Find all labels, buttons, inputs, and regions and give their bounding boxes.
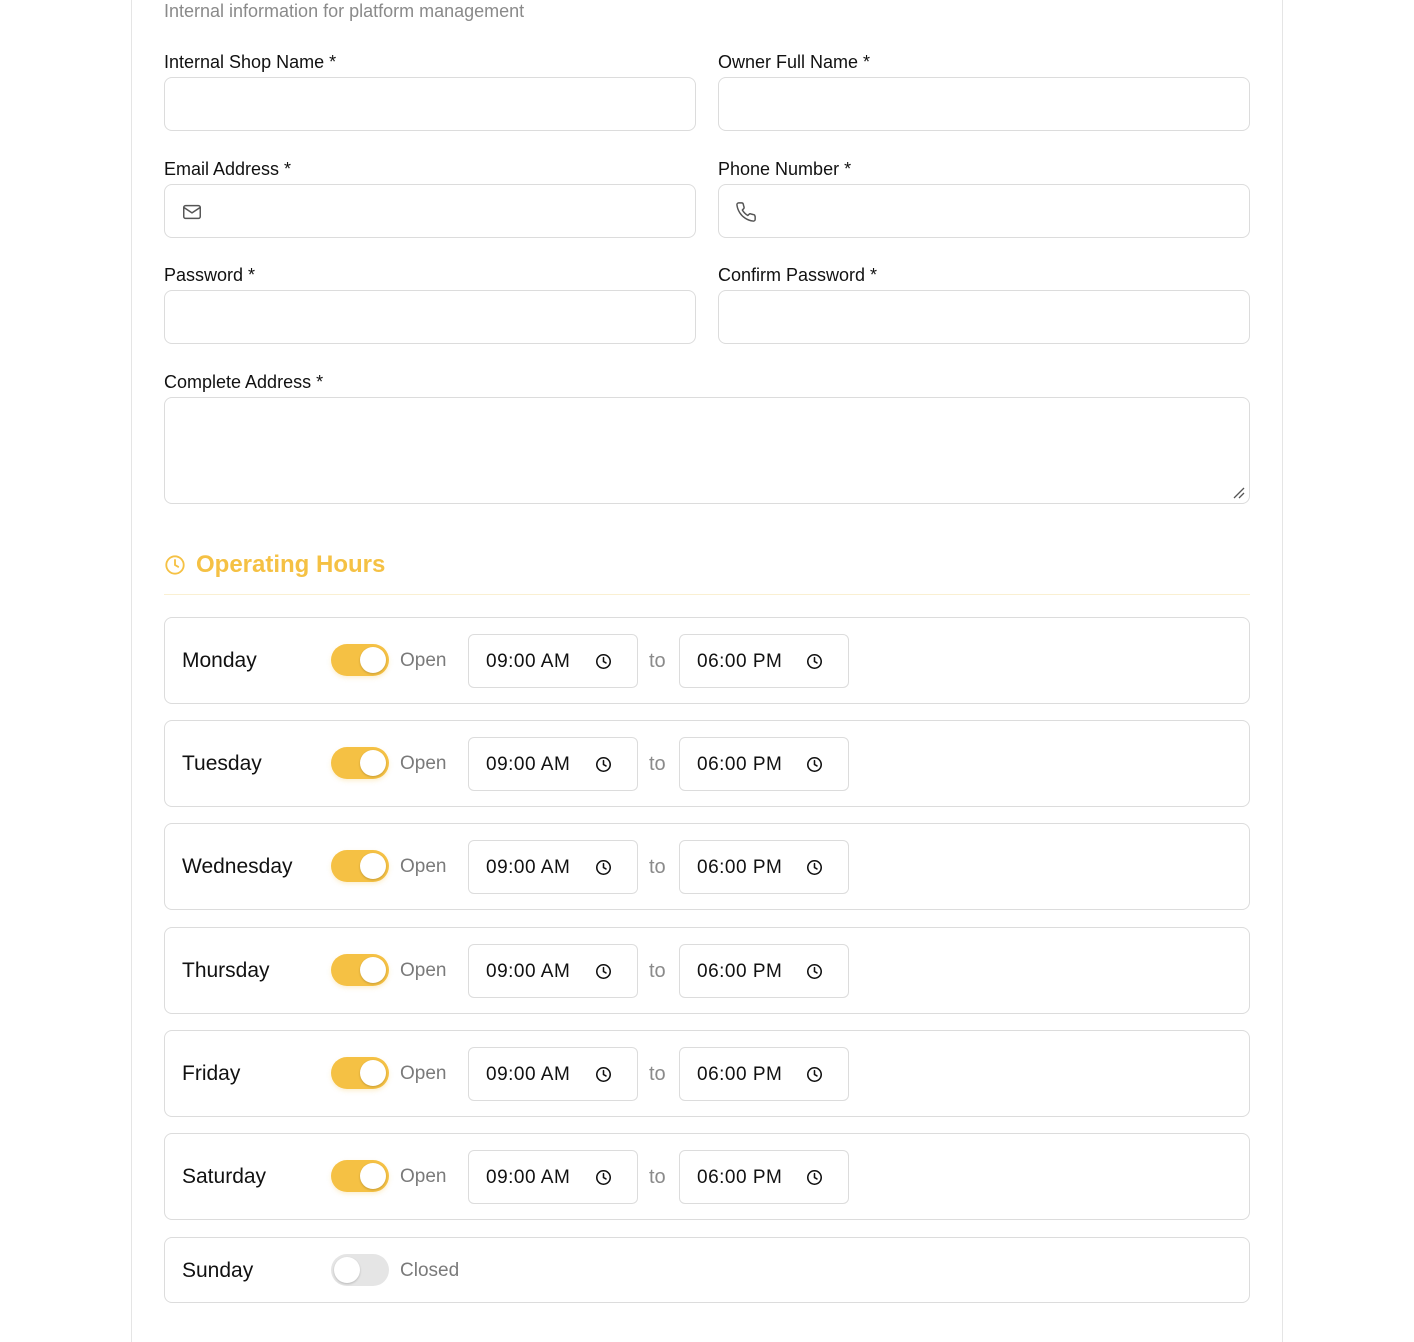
open-time-value: 09:00 AM (486, 1167, 571, 1188)
confirm-password-input[interactable] (718, 290, 1250, 344)
open-toggle[interactable] (331, 850, 389, 882)
close-time-input[interactable]: 06:00 PM (679, 737, 849, 791)
operating-hours-header: Operating Hours (164, 548, 1250, 595)
phone-label: Phone Number * (718, 159, 852, 179)
open-toggle[interactable] (331, 1160, 389, 1192)
clock-icon[interactable] (595, 1169, 612, 1186)
day-name: Monday (182, 649, 257, 672)
clock-icon[interactable] (806, 1169, 823, 1186)
open-time-input[interactable]: 09:00 AM (468, 737, 638, 791)
day-name: Thursday (182, 959, 270, 982)
toggle-knob (360, 647, 386, 673)
open-toggle[interactable] (331, 747, 389, 779)
password-input[interactable] (164, 290, 696, 344)
to-separator: to (649, 1166, 666, 1188)
close-time-value: 06:00 PM (697, 1167, 783, 1188)
open-toggle[interactable] (331, 644, 389, 676)
toggle-knob (360, 853, 386, 879)
clock-icon[interactable] (595, 963, 612, 980)
to-separator: to (649, 1063, 666, 1085)
phone-icon (736, 202, 756, 222)
day-row-wednesday: Wednesday Open 09:00 AM to 06:00 PM (164, 823, 1250, 910)
address-textarea[interactable] (164, 397, 1250, 504)
confirm-password-label: Confirm Password * (718, 265, 878, 285)
open-status-label: Open (400, 1063, 447, 1084)
day-row-saturday: Saturday Open 09:00 AM to 06:00 PM (164, 1133, 1250, 1220)
day-row-thursday: Thursday Open 09:00 AM to 06:00 PM (164, 927, 1250, 1014)
open-time-input[interactable]: 09:00 AM (468, 634, 638, 688)
close-time-value: 06:00 PM (697, 754, 783, 775)
open-status-label: Open (400, 856, 447, 877)
shop-name-input[interactable] (164, 77, 696, 131)
open-status-label: Open (400, 753, 447, 774)
open-toggle[interactable] (331, 1057, 389, 1089)
clock-icon[interactable] (806, 756, 823, 773)
mail-icon (183, 204, 201, 220)
section-subtitle: Internal information for platform manage… (164, 1, 525, 21)
close-time-input[interactable]: 06:00 PM (679, 1150, 849, 1204)
clock-icon[interactable] (806, 653, 823, 670)
day-name: Saturday (182, 1165, 267, 1188)
day-row-sunday: Sunday Closed (164, 1237, 1250, 1303)
close-time-input[interactable]: 06:00 PM (679, 1047, 849, 1101)
closed-status-label: Closed (400, 1260, 460, 1281)
open-status-label: Open (400, 1166, 447, 1187)
close-time-value: 06:00 PM (697, 961, 783, 982)
toggle-knob (334, 1257, 360, 1283)
open-toggle[interactable] (331, 954, 389, 986)
open-time-input[interactable]: 09:00 AM (468, 840, 638, 894)
day-name: Friday (182, 1062, 241, 1085)
close-time-input[interactable]: 06:00 PM (679, 840, 849, 894)
email-input[interactable] (164, 184, 696, 238)
clock-icon[interactable] (595, 859, 612, 876)
open-time-value: 09:00 AM (486, 754, 571, 775)
toggle-knob (360, 1060, 386, 1086)
clock-icon (165, 555, 185, 575)
open-time-value: 09:00 AM (486, 1064, 571, 1085)
to-separator: to (649, 960, 666, 982)
to-separator: to (649, 856, 666, 878)
address-label: Complete Address * (164, 372, 324, 392)
open-status-label: Open (400, 960, 447, 981)
email-label: Email Address * (164, 159, 292, 179)
day-name: Tuesday (182, 752, 262, 775)
close-time-value: 06:00 PM (697, 857, 783, 878)
close-time-input[interactable]: 06:00 PM (679, 944, 849, 998)
owner-name-label: Owner Full Name * (718, 52, 871, 72)
owner-name-input[interactable] (718, 77, 1250, 131)
clock-icon[interactable] (595, 756, 612, 773)
day-row-friday: Friday Open 09:00 AM to 06:00 PM (164, 1030, 1250, 1117)
shop-name-label: Internal Shop Name * (164, 52, 337, 72)
day-name: Sunday (182, 1259, 254, 1282)
toggle-knob (360, 750, 386, 776)
clock-icon[interactable] (595, 653, 612, 670)
open-toggle[interactable] (331, 1254, 389, 1286)
day-name: Wednesday (182, 855, 293, 878)
close-time-value: 06:00 PM (697, 1064, 783, 1085)
day-row-tuesday: Tuesday Open 09:00 AM to 06:00 PM (164, 720, 1250, 807)
toggle-knob (360, 1163, 386, 1189)
open-time-input[interactable]: 09:00 AM (468, 1150, 638, 1204)
open-time-value: 09:00 AM (486, 651, 571, 672)
phone-input[interactable] (718, 184, 1250, 238)
clock-icon[interactable] (806, 859, 823, 876)
open-time-input[interactable]: 09:00 AM (468, 1047, 638, 1101)
open-time-value: 09:00 AM (486, 857, 571, 878)
open-time-value: 09:00 AM (486, 961, 571, 982)
open-time-input[interactable]: 09:00 AM (468, 944, 638, 998)
clock-icon[interactable] (806, 1066, 823, 1083)
resize-grip-icon[interactable] (1231, 485, 1245, 499)
to-separator: to (649, 753, 666, 775)
password-label: Password * (164, 265, 256, 285)
clock-icon[interactable] (806, 963, 823, 980)
close-time-input[interactable]: 06:00 PM (679, 634, 849, 688)
open-status-label: Open (400, 650, 447, 671)
clock-icon[interactable] (595, 1066, 612, 1083)
operating-hours-title: Operating Hours (196, 551, 386, 578)
day-row-monday: Monday Open 09:00 AM to 06:00 PM (164, 617, 1250, 704)
toggle-knob (360, 957, 386, 983)
close-time-value: 06:00 PM (697, 651, 783, 672)
to-separator: to (649, 650, 666, 672)
